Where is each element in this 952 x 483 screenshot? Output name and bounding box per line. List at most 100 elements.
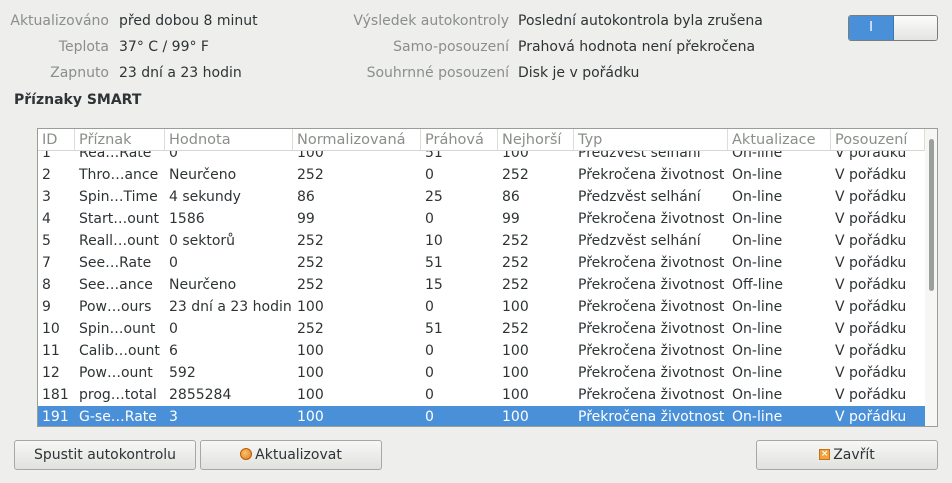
overall-assessment-value: Disk je v pořádku xyxy=(518,65,640,81)
start-selftest-label: Spustit autokontrolu xyxy=(33,447,177,463)
cell-threshold: 15 xyxy=(425,277,443,293)
cell-threshold: 0 xyxy=(425,299,434,315)
column-header-worst[interactable]: Nejhorší xyxy=(498,129,574,151)
cell-id: 181 xyxy=(42,387,69,403)
cell-attribute: Calib…ount xyxy=(79,343,160,359)
cell-assessment: V pořádku xyxy=(835,299,907,315)
cell-attribute: Reall…ount xyxy=(79,233,159,249)
table-row[interactable]: 11 Calib…ount 6 100 0 100 Překročena životnost… xyxy=(38,340,925,362)
cell-threshold: 10 xyxy=(425,233,443,249)
cell-updates: On-line xyxy=(732,233,783,249)
cell-assessment: V pořádku xyxy=(835,321,907,337)
cell-worst: 86 xyxy=(502,189,520,205)
table-row[interactable]: 12 Pow…ount 592 100 0 100 Překročena životnost… xyxy=(38,362,925,384)
start-selftest-button[interactable]: Spustit autokontrolu xyxy=(14,440,196,470)
cell-threshold: 25 xyxy=(425,189,443,205)
cell-type: Překročena životnost xyxy=(578,365,725,381)
column-header-updates[interactable]: Aktualizace xyxy=(728,129,831,151)
cell-updates: On-line xyxy=(732,387,783,403)
cell-type: Předzvěst selhání xyxy=(578,233,701,249)
cell-worst: 100 xyxy=(502,299,529,315)
table-row[interactable]: 9 Pow…ours 23 dní a 23 hodin 100 0 100 Překroč… xyxy=(38,296,925,318)
table-row[interactable]: 5 Reall…ount 0 sektorů 252 10 252 Předzvěst se… xyxy=(38,230,925,252)
smart-attributes-title: Příznaky SMART xyxy=(14,92,142,108)
table-row[interactable]: 4 Start…ount 1586 99 0 99 Překročena životnost… xyxy=(38,208,925,230)
cell-attribute: Pow…ours xyxy=(79,299,152,315)
refresh-icon xyxy=(240,448,253,460)
column-header-attribute[interactable]: Příznak xyxy=(75,129,165,151)
self-assessment-value: Prahová hodnota není překročena xyxy=(518,39,756,55)
selftest-result-value: Poslední autokontrola byla zrušena xyxy=(518,13,763,29)
table-row[interactable]: 191 G-se…Rate 3 100 0 100 Překročena životnost… xyxy=(38,406,925,426)
cell-id: 191 xyxy=(42,409,69,425)
close-icon: × xyxy=(819,448,831,460)
cell-value: 1586 xyxy=(169,211,205,227)
column-header-type[interactable]: Typ xyxy=(574,129,728,151)
cell-assessment: V pořádku xyxy=(835,255,907,271)
cell-updates: On-line xyxy=(732,255,783,271)
column-header-assessment[interactable]: Posouzení xyxy=(831,129,925,151)
cell-worst: 252 xyxy=(502,321,529,337)
cell-id: 7 xyxy=(42,255,51,271)
table-row[interactable]: 7 See…Rate 0 252 51 252 Překročena životnost On… xyxy=(38,252,925,274)
cell-attribute: See…Rate xyxy=(79,255,152,271)
cell-id: 3 xyxy=(42,189,51,205)
cell-id: 4 xyxy=(42,211,51,227)
toggle-off-part xyxy=(894,16,937,40)
cell-updates: On-line xyxy=(732,365,783,381)
smart-attributes-table[interactable]: 1 Rea…Rate 0 100 51 100 Předzvěst selhání On-li… xyxy=(37,128,938,427)
column-header-threshold[interactable]: Práhová xyxy=(421,129,498,151)
cell-threshold: 0 xyxy=(425,365,434,381)
smart-enable-toggle[interactable]: I xyxy=(848,15,938,41)
cell-worst: 100 xyxy=(502,365,529,381)
table-row[interactable]: 10 Spin…ount 0 252 51 252 Překročena životnost… xyxy=(38,318,925,340)
refresh-button[interactable]: Aktualizovat xyxy=(200,440,382,470)
cell-id: 11 xyxy=(42,343,60,359)
cell-attribute: Spin…ount xyxy=(79,321,156,337)
power-on-value: 23 dní a 23 hodin xyxy=(119,65,242,81)
cell-assessment: V pořádku xyxy=(835,211,907,227)
cell-normalized: 252 xyxy=(297,233,324,249)
cell-threshold: 51 xyxy=(425,255,443,271)
cell-value: 6 xyxy=(169,343,178,359)
table-row[interactable]: 181 prog…total 2855284 100 0 100 Překročena ži… xyxy=(38,384,925,406)
close-label: Zavřít xyxy=(833,447,875,463)
cell-value: 23 dní a 23 hodin xyxy=(169,299,292,315)
cell-assessment: V pořádku xyxy=(835,387,907,403)
cell-updates: On-line xyxy=(732,321,783,337)
cell-value: Neurčeno xyxy=(169,277,237,293)
cell-worst: 100 xyxy=(502,343,529,359)
cell-normalized: 100 xyxy=(297,387,324,403)
table-row[interactable]: 3 Spin…Time 4 sekundy 86 25 86 Předzvěst selhá… xyxy=(38,186,925,208)
column-header-normalized[interactable]: Normalizovaná xyxy=(293,129,421,151)
cell-worst: 252 xyxy=(502,277,529,293)
cell-attribute: Pow…ount xyxy=(79,365,153,381)
cell-worst: 100 xyxy=(502,387,529,403)
disk-info-panel: Aktualizováno před dobou 8 minut Výslede… xyxy=(0,0,952,90)
cell-threshold: 0 xyxy=(425,409,434,425)
scrollbar-thumb[interactable] xyxy=(929,139,934,291)
cell-attribute: prog…total xyxy=(79,387,157,403)
cell-type: Překročena životnost xyxy=(578,277,725,293)
cell-type: Překročena životnost xyxy=(578,409,725,425)
cell-threshold: 0 xyxy=(425,167,434,183)
table-row[interactable]: 8 See…ance Neurčeno 252 15 252 Překročena živo… xyxy=(38,274,925,296)
table-scrollbar[interactable] xyxy=(925,129,937,426)
cell-updates: On-line xyxy=(732,167,783,183)
cell-type: Překročena životnost xyxy=(578,299,725,315)
column-header-value[interactable]: Hodnota xyxy=(165,129,293,151)
cell-threshold: 0 xyxy=(425,211,434,227)
overall-assessment-label: Souhrnné posouzení xyxy=(366,65,509,81)
cell-normalized: 252 xyxy=(297,321,324,337)
cell-id: 5 xyxy=(42,233,51,249)
cell-assessment: V pořádku xyxy=(835,365,907,381)
cell-id: 2 xyxy=(42,167,51,183)
refresh-label: Aktualizovat xyxy=(255,447,342,463)
close-button[interactable]: × Zavřít xyxy=(756,440,938,470)
column-header-id[interactable]: ID xyxy=(38,129,75,151)
table-row[interactable]: 2 Thro…ance Neurčeno 252 0 252 Překročena živo… xyxy=(38,164,925,186)
cell-normalized: 252 xyxy=(297,277,324,293)
cell-type: Překročena životnost xyxy=(578,211,725,227)
cell-updates: On-line xyxy=(732,409,783,425)
cell-assessment: V pořádku xyxy=(835,233,907,249)
